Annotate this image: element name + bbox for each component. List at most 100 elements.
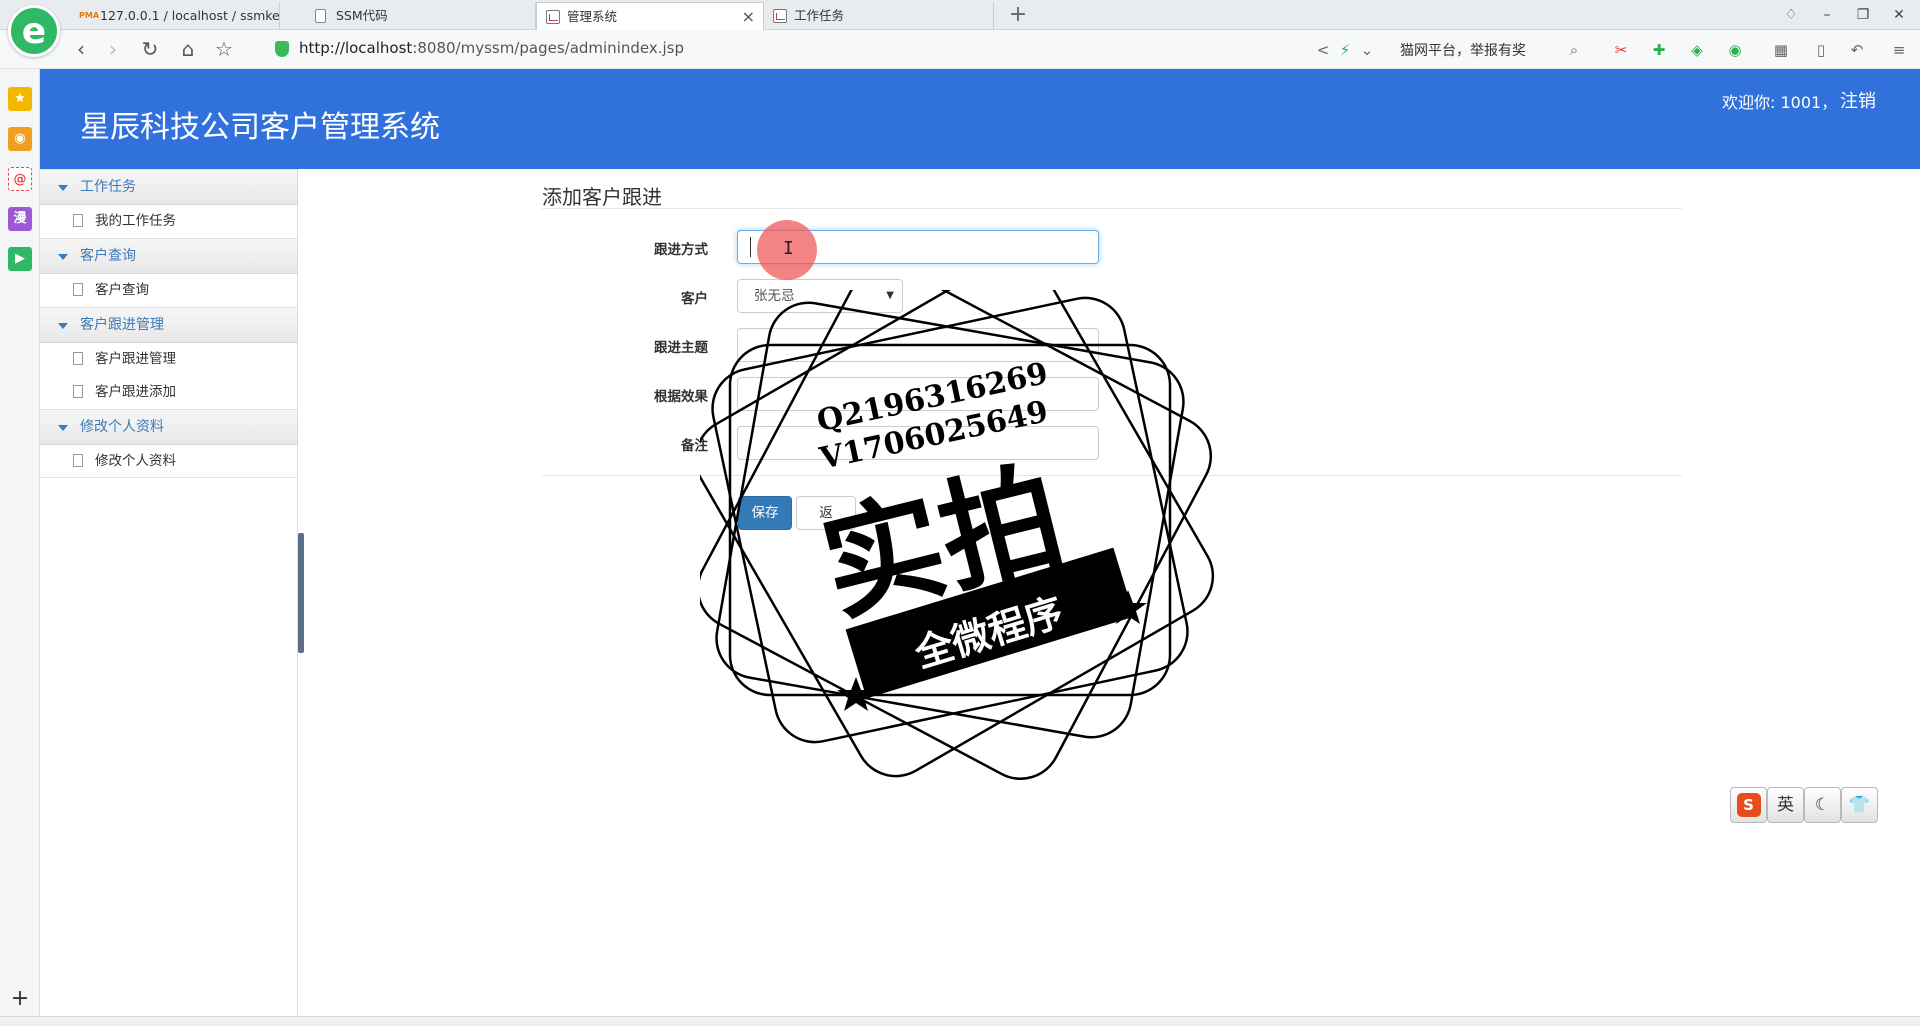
divider: [542, 208, 1682, 209]
document-icon: [73, 352, 83, 365]
menu-item-follow-up-add[interactable]: 客户跟进添加: [40, 376, 297, 409]
status-bar: [0, 1016, 1920, 1026]
stamp-frames: [700, 290, 1215, 780]
divider: [542, 475, 1682, 476]
app-title: 星辰科技公司客户管理系统: [80, 110, 440, 145]
refresh-icon[interactable]: ↻: [137, 37, 163, 63]
menu-group-work-tasks[interactable]: 工作任务: [40, 169, 297, 205]
undo-icon[interactable]: ↶: [1846, 39, 1868, 61]
menu-group-customer-query[interactable]: 客户查询: [40, 238, 297, 274]
effect-input[interactable]: [737, 377, 1099, 411]
triangle-down-icon: [58, 185, 68, 191]
forward-icon[interactable]: ›: [100, 37, 126, 63]
lightning-icon[interactable]: ⚡: [1334, 39, 1356, 61]
app-header: 星辰科技公司客户管理系统 欢迎你: 1001， 注销: [40, 69, 1920, 169]
weibo-icon[interactable]: ◉: [8, 127, 32, 151]
menu-item-customer-query[interactable]: 客户查询: [40, 274, 297, 307]
favorites-icon[interactable]: ★: [8, 87, 32, 111]
menu-item-label: 修改个人资料: [95, 453, 176, 469]
text-caret: [750, 237, 751, 257]
mail-icon[interactable]: @: [8, 167, 32, 191]
back-button[interactable]: 返: [796, 496, 856, 530]
remark-input[interactable]: [737, 426, 1099, 460]
watermark-banner-text: 全微程序: [909, 589, 1069, 677]
side-menu: 工作任务 我的工作任务 客户查询 客户查询 客户跟进管理 客户跟进管理 客户跟进…: [40, 169, 298, 1016]
menu-group-profile[interactable]: 修改个人资料: [40, 409, 297, 445]
panel-resize-handle[interactable]: [298, 533, 304, 653]
video-icon[interactable]: ▶: [8, 247, 32, 271]
scissors-icon[interactable]: ✂: [1610, 39, 1632, 61]
address-bar-row: ‹ › ↻ ⌂ ☆ http://localhost:8080/myssm/pa…: [0, 30, 1920, 69]
menu-item-label: 客户跟进管理: [95, 351, 176, 367]
menu-group-follow-up[interactable]: 客户跟进管理: [40, 307, 297, 343]
add-icon[interactable]: +: [8, 987, 32, 1011]
url-host: http://localhost: [299, 39, 413, 57]
label-remark: 备注: [681, 438, 708, 454]
chevron-down-icon[interactable]: ⌄: [1356, 39, 1378, 61]
label-follow-method: 跟进方式: [654, 242, 708, 258]
menu-group-label: 工作任务: [80, 179, 136, 195]
close-window-button[interactable]: ✕: [1884, 3, 1914, 27]
menu-group-label: 修改个人资料: [80, 419, 164, 435]
menu-item-label: 我的工作任务: [95, 213, 176, 229]
share-icon[interactable]: <: [1312, 39, 1334, 61]
tab-label: 管理系统: [567, 9, 618, 24]
label-subject: 跟进主题: [654, 340, 708, 356]
document-icon: [73, 454, 83, 467]
chart-icon: [546, 10, 560, 24]
triangle-down-icon: [58, 254, 68, 260]
watermark-banner: [845, 547, 1135, 699]
menu-group-label: 客户查询: [80, 248, 136, 264]
browser-logo[interactable]: e: [8, 5, 60, 57]
close-icon[interactable]: ×: [742, 3, 755, 30]
ime-language-toggle[interactable]: 英: [1767, 787, 1804, 823]
browser-sidebar: ★ ◉ @ 漫 ▶ +: [0, 69, 40, 1016]
tab-work-tasks[interactable]: 工作任务: [764, 2, 994, 30]
shirt-icon[interactable]: ♢: [1776, 3, 1806, 27]
search-input[interactable]: 猫网平台，举报有奖: [1400, 40, 1526, 60]
menu-item-follow-up-manage[interactable]: 客户跟进管理: [40, 343, 297, 376]
tab-label: 工作任务: [794, 8, 845, 23]
new-tab-button[interactable]: +: [1004, 2, 1032, 30]
security-icon[interactable]: ◈: [1686, 39, 1708, 61]
customer-selected-value: 张无忌: [754, 288, 795, 304]
moon-icon[interactable]: ☾: [1804, 787, 1841, 823]
ime-logo-icon[interactable]: S: [1730, 787, 1767, 823]
home-icon[interactable]: ⌂: [175, 37, 201, 63]
welcome-text: 欢迎你: 1001，: [1722, 93, 1838, 112]
document-icon: [73, 214, 83, 227]
menu-icon[interactable]: ≡: [1888, 39, 1910, 61]
save-button[interactable]: 保存: [738, 496, 792, 530]
label-customer: 客户: [681, 291, 708, 307]
restore-button[interactable]: ❐: [1848, 3, 1878, 27]
comic-icon[interactable]: 漫: [8, 207, 32, 231]
tab-label: 127.0.0.1 / localhost / ssmkeh: [100, 8, 280, 23]
tab-phpmyadmin[interactable]: PMA 127.0.0.1 / localhost / ssmkeh: [70, 2, 280, 30]
url-path: :8080/myssm/pages/adminindex.jsp: [412, 39, 685, 57]
minimize-button[interactable]: –: [1812, 3, 1842, 27]
translate-icon[interactable]: ✚: [1648, 39, 1670, 61]
menu-group-label: 客户跟进管理: [80, 317, 164, 333]
document-icon: [315, 9, 326, 23]
tablet-icon[interactable]: ▯: [1810, 39, 1832, 61]
triangle-down-icon: [58, 425, 68, 431]
browser-tab-strip: PMA 127.0.0.1 / localhost / ssmkeh SSM代码…: [0, 0, 1920, 30]
tab-ssm-code[interactable]: SSM代码: [306, 2, 536, 30]
back-icon[interactable]: ‹: [68, 37, 94, 63]
menu-item-edit-profile[interactable]: 修改个人资料: [40, 445, 297, 478]
apps-icon[interactable]: ▦: [1770, 39, 1792, 61]
logout-link[interactable]: 注销: [1840, 87, 1876, 113]
customer-select[interactable]: 张无忌 ▼: [737, 279, 903, 313]
menu-item-my-tasks[interactable]: 我的工作任务: [40, 205, 297, 238]
page-title: 添加客户跟进: [542, 185, 662, 209]
star-icon[interactable]: ☆: [211, 37, 237, 63]
tab-admin-system[interactable]: 管理系统 ×: [536, 2, 764, 30]
subject-input[interactable]: [737, 328, 1099, 362]
search-icon[interactable]: ⌕: [1563, 39, 1585, 61]
menu-item-label: 客户查询: [95, 282, 149, 298]
shirt-skin-icon[interactable]: 👕: [1841, 787, 1878, 823]
game-icon[interactable]: ◉: [1724, 39, 1746, 61]
tab-label: SSM代码: [336, 8, 388, 23]
url-input[interactable]: http://localhost:8080/myssm/pages/admini…: [299, 39, 684, 57]
dropdown-arrow-icon: ▼: [886, 290, 894, 301]
